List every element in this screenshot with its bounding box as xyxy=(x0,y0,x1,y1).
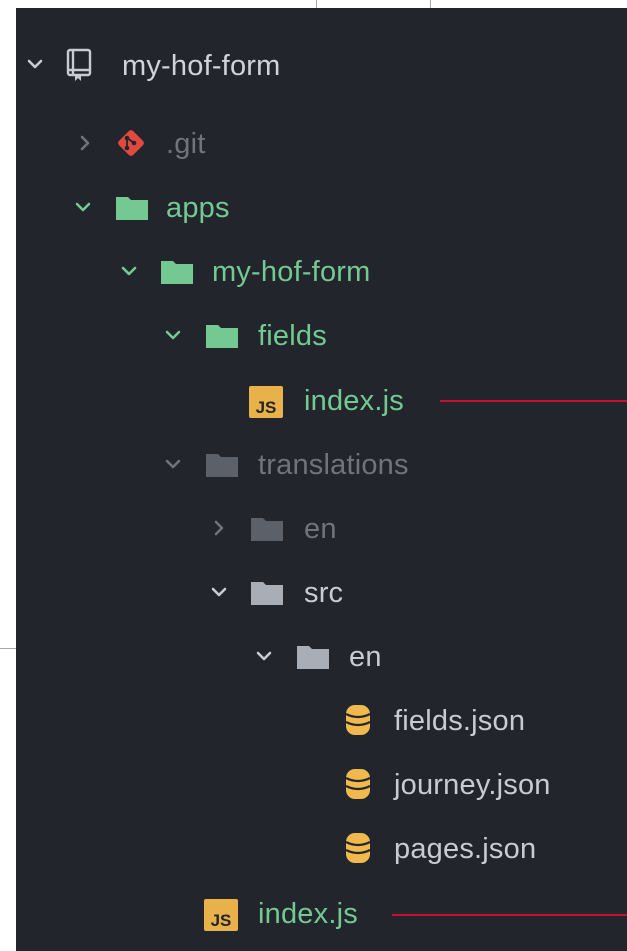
tree-item-pages-json[interactable]: pages.json xyxy=(16,823,627,873)
folder-icon xyxy=(295,641,329,671)
tree-item-label: index.js xyxy=(258,898,358,930)
database-icon xyxy=(341,703,375,735)
database-icon xyxy=(341,831,375,863)
js-file-icon: JS xyxy=(203,898,239,932)
tree-item-translations[interactable]: translations xyxy=(16,439,627,489)
tree-item-label: apps xyxy=(166,192,230,224)
folder-icon xyxy=(204,320,238,350)
tree-item-my-hof-form[interactable]: my-hof-form xyxy=(16,246,627,296)
chevron-down-icon[interactable] xyxy=(164,310,182,360)
tree-item-apps[interactable]: apps xyxy=(16,182,627,232)
tree-item-label: .git xyxy=(166,128,206,160)
chevron-right-icon[interactable] xyxy=(210,503,228,553)
folder-icon xyxy=(249,513,283,543)
annotation-pointer-line xyxy=(440,400,627,402)
tree-item-label: fields.json xyxy=(394,705,526,737)
chevron-down-icon[interactable] xyxy=(210,567,228,617)
repo-icon xyxy=(64,48,98,81)
tree-root-label: my-hof-form xyxy=(122,50,281,82)
crop-guide-top-b xyxy=(430,0,431,8)
tree-item-label: translations xyxy=(258,449,409,481)
tree-item-fields[interactable]: fields xyxy=(16,310,627,360)
tree-item-label: src xyxy=(304,577,344,609)
tree-item-label: journey.json xyxy=(394,769,551,801)
screenshot-frame: my-hof-form .git apps my-hof-form fields… xyxy=(0,0,627,951)
tree-item-label: pages.json xyxy=(394,833,537,865)
database-icon xyxy=(341,767,375,799)
folder-icon xyxy=(249,577,283,607)
tree-item-label: en xyxy=(349,641,382,673)
chevron-down-icon[interactable] xyxy=(120,246,138,296)
tree-item-app-index-js[interactable]: JS index.js xyxy=(16,888,627,938)
folder-icon xyxy=(114,192,148,222)
folder-icon xyxy=(204,449,238,479)
tree-item-label: index.js xyxy=(304,385,404,417)
git-icon xyxy=(114,126,148,156)
tree-item-label: fields xyxy=(258,320,327,352)
chevron-down-icon[interactable] xyxy=(255,631,273,681)
tree-item-src-en[interactable]: en xyxy=(16,631,627,681)
chevron-right-icon[interactable] xyxy=(76,118,94,168)
annotation-pointer-line xyxy=(392,914,627,916)
js-badge-text: JS xyxy=(256,398,277,417)
folder-icon xyxy=(159,256,193,286)
js-file-icon: JS xyxy=(248,385,284,419)
tree-item-translations-en[interactable]: en xyxy=(16,503,627,553)
tree-item-fields-json[interactable]: fields.json xyxy=(16,695,627,745)
chevron-down-icon[interactable] xyxy=(74,182,92,232)
file-tree-panel: my-hof-form .git apps my-hof-form fields… xyxy=(16,8,627,951)
tree-item-git[interactable]: .git xyxy=(16,118,627,168)
tree-item-label: en xyxy=(304,513,337,545)
tree-item-src[interactable]: src xyxy=(16,567,627,617)
tree-item-label: my-hof-form xyxy=(212,256,371,288)
crop-guide-top-a xyxy=(316,0,317,8)
tree-item-journey-json[interactable]: journey.json xyxy=(16,759,627,809)
js-badge-text: JS xyxy=(211,911,232,930)
chevron-down-icon[interactable] xyxy=(26,40,44,90)
tree-root[interactable]: my-hof-form xyxy=(16,40,627,90)
crop-guide-left xyxy=(0,648,16,649)
chevron-down-icon[interactable] xyxy=(164,439,182,489)
